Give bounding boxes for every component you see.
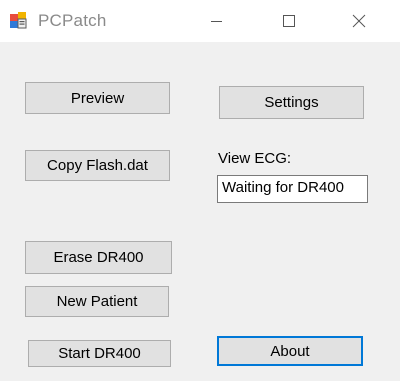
start-dr400-button[interactable]: Start DR400 — [28, 340, 171, 367]
view-ecg-label: View ECG: — [218, 150, 292, 167]
maximize-icon — [283, 15, 295, 27]
minimize-icon — [211, 21, 222, 22]
view-ecg-field[interactable]: Waiting for DR400 — [217, 175, 368, 203]
erase-dr400-button[interactable]: Erase DR400 — [25, 241, 172, 274]
about-button[interactable]: About — [217, 336, 363, 366]
new-patient-button[interactable]: New Patient — [25, 286, 169, 317]
settings-button[interactable]: Settings — [219, 86, 364, 119]
window-title: PCPatch — [38, 11, 107, 30]
close-button[interactable] — [336, 6, 382, 36]
title-bar: PCPatch — [0, 0, 400, 42]
minimize-button[interactable] — [193, 6, 239, 36]
close-icon — [352, 14, 366, 28]
preview-button[interactable]: Preview — [25, 82, 170, 114]
copy-flash-button[interactable]: Copy Flash.dat — [25, 150, 170, 181]
maximize-button[interactable] — [266, 6, 312, 36]
app-icon — [9, 11, 27, 29]
